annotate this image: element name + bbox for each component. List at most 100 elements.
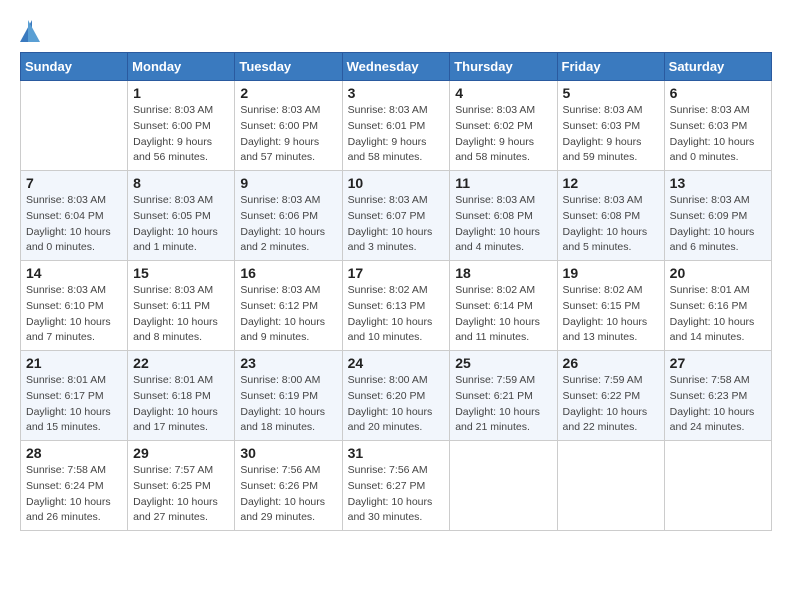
day-number: 1 <box>133 85 229 101</box>
day-info: Sunrise: 7:58 AM Sunset: 6:24 PM Dayligh… <box>26 463 122 526</box>
day-info: Sunrise: 7:59 AM Sunset: 6:21 PM Dayligh… <box>455 373 551 436</box>
calendar-cell: 5Sunrise: 8:03 AM Sunset: 6:03 PM Daylig… <box>557 81 664 171</box>
calendar-cell: 11 Sunrise: 8:03 AM Sunset: 6:08 PM Dayli… <box>450 171 557 261</box>
day-info: Sunrise: 8:03 AM Sunset: 6:01 PM Dayligh… <box>348 103 445 166</box>
day-number: 30 <box>240 445 336 461</box>
day-info: Sunrise: 7:58 AM Sunset: 6:23 PM Dayligh… <box>670 373 766 436</box>
day-number: 26 <box>563 355 659 371</box>
calendar-cell: 27 Sunrise: 7:58 AM Sunset: 6:23 PM Dayli… <box>664 351 771 441</box>
calendar-cell: 2 Sunrise: 8:03 AM Sunset: 6:00 PM Daylig… <box>235 81 342 171</box>
calendar-cell <box>557 441 664 531</box>
day-info: Sunrise: 8:03 AM Sunset: 6:08 PM Dayligh… <box>455 193 551 256</box>
day-number: 6 <box>670 85 766 101</box>
calendar-cell: 3 Sunrise: 8:03 AM Sunset: 6:01 PM Daylig… <box>342 81 450 171</box>
day-number: 19 <box>563 265 659 281</box>
calendar-week-row: 14Sunrise: 8:03 AM Sunset: 6:10 PM Dayli… <box>21 261 772 351</box>
calendar-cell: 9 Sunrise: 8:03 AM Sunset: 6:06 PM Daylig… <box>235 171 342 261</box>
day-number: 16 <box>240 265 336 281</box>
day-info: Sunrise: 7:57 AM Sunset: 6:25 PM Dayligh… <box>133 463 229 526</box>
day-number: 15 <box>133 265 229 281</box>
day-number: 23 <box>240 355 336 371</box>
calendar-cell: 17 Sunrise: 8:02 AM Sunset: 6:13 PM Dayli… <box>342 261 450 351</box>
calendar-week-row: 21Sunrise: 8:01 AM Sunset: 6:17 PM Dayli… <box>21 351 772 441</box>
calendar-cell: 6 Sunrise: 8:03 AM Sunset: 6:03 PM Daylig… <box>664 81 771 171</box>
calendar-cell: 30Sunrise: 7:56 AM Sunset: 6:26 PM Dayli… <box>235 441 342 531</box>
day-info: Sunrise: 8:03 AM Sunset: 6:03 PM Dayligh… <box>670 103 766 166</box>
day-number: 27 <box>670 355 766 371</box>
day-info: Sunrise: 8:03 AM Sunset: 6:09 PM Dayligh… <box>670 193 766 256</box>
calendar-header-wednesday: Wednesday <box>342 53 450 81</box>
day-info: Sunrise: 8:02 AM Sunset: 6:15 PM Dayligh… <box>563 283 659 346</box>
calendar-week-row: 7 Sunrise: 8:03 AM Sunset: 6:04 PM Daylig… <box>21 171 772 261</box>
day-info: Sunrise: 7:56 AM Sunset: 6:27 PM Dayligh… <box>348 463 445 526</box>
calendar-cell: 18Sunrise: 8:02 AM Sunset: 6:14 PM Dayli… <box>450 261 557 351</box>
calendar-cell: 24 Sunrise: 8:00 AM Sunset: 6:20 PM Dayli… <box>342 351 450 441</box>
day-info: Sunrise: 8:03 AM Sunset: 6:07 PM Dayligh… <box>348 193 445 256</box>
day-info: Sunrise: 8:02 AM Sunset: 6:13 PM Dayligh… <box>348 283 445 346</box>
calendar-cell: 16Sunrise: 8:03 AM Sunset: 6:12 PM Dayli… <box>235 261 342 351</box>
day-number: 14 <box>26 265 122 281</box>
day-info: Sunrise: 8:03 AM Sunset: 6:04 PM Dayligh… <box>26 193 122 256</box>
calendar-cell: 4 Sunrise: 8:03 AM Sunset: 6:02 PM Daylig… <box>450 81 557 171</box>
day-number: 12 <box>563 175 659 191</box>
day-number: 28 <box>26 445 122 461</box>
calendar-cell: 20 Sunrise: 8:01 AM Sunset: 6:16 PM Dayli… <box>664 261 771 351</box>
calendar-header-saturday: Saturday <box>664 53 771 81</box>
calendar-cell: 7 Sunrise: 8:03 AM Sunset: 6:04 PM Daylig… <box>21 171 128 261</box>
calendar-cell: 19 Sunrise: 8:02 AM Sunset: 6:15 PM Dayli… <box>557 261 664 351</box>
day-info: Sunrise: 8:03 AM Sunset: 6:08 PM Dayligh… <box>563 193 659 256</box>
day-number: 31 <box>348 445 445 461</box>
calendar-header-tuesday: Tuesday <box>235 53 342 81</box>
calendar-cell: 29Sunrise: 7:57 AM Sunset: 6:25 PM Dayli… <box>128 441 235 531</box>
day-number: 22 <box>133 355 229 371</box>
calendar-cell: 13 Sunrise: 8:03 AM Sunset: 6:09 PM Dayli… <box>664 171 771 261</box>
calendar-cell: 28 Sunrise: 7:58 AM Sunset: 6:24 PM Dayli… <box>21 441 128 531</box>
day-number: 24 <box>348 355 445 371</box>
day-info: Sunrise: 8:02 AM Sunset: 6:14 PM Dayligh… <box>455 283 551 346</box>
day-number: 17 <box>348 265 445 281</box>
day-info: Sunrise: 8:03 AM Sunset: 6:11 PM Dayligh… <box>133 283 229 346</box>
day-number: 3 <box>348 85 445 101</box>
day-info: Sunrise: 8:00 AM Sunset: 6:19 PM Dayligh… <box>240 373 336 436</box>
calendar-cell: 21Sunrise: 8:01 AM Sunset: 6:17 PM Dayli… <box>21 351 128 441</box>
calendar-cell: 1 Sunrise: 8:03 AM Sunset: 6:00 PM Daylig… <box>128 81 235 171</box>
calendar-cell: 15 Sunrise: 8:03 AM Sunset: 6:11 PM Dayli… <box>128 261 235 351</box>
day-info: Sunrise: 7:59 AM Sunset: 6:22 PM Dayligh… <box>563 373 659 436</box>
calendar-header-thursday: Thursday <box>450 53 557 81</box>
day-info: Sunrise: 8:03 AM Sunset: 6:00 PM Dayligh… <box>240 103 336 166</box>
calendar-header-sunday: Sunday <box>21 53 128 81</box>
calendar-cell: 26 Sunrise: 7:59 AM Sunset: 6:22 PM Dayli… <box>557 351 664 441</box>
calendar-cell <box>450 441 557 531</box>
day-info: Sunrise: 8:00 AM Sunset: 6:20 PM Dayligh… <box>348 373 445 436</box>
calendar-cell: 23 Sunrise: 8:00 AM Sunset: 6:19 PM Dayli… <box>235 351 342 441</box>
day-number: 2 <box>240 85 336 101</box>
calendar-week-row: 28 Sunrise: 7:58 AM Sunset: 6:24 PM Dayli… <box>21 441 772 531</box>
day-info: Sunrise: 8:03 AM Sunset: 6:06 PM Dayligh… <box>240 193 336 256</box>
calendar-cell: 22 Sunrise: 8:01 AM Sunset: 6:18 PM Dayli… <box>128 351 235 441</box>
calendar-cell: 25Sunrise: 7:59 AM Sunset: 6:21 PM Dayli… <box>450 351 557 441</box>
day-info: Sunrise: 8:03 AM Sunset: 6:03 PM Dayligh… <box>563 103 659 166</box>
day-number: 20 <box>670 265 766 281</box>
day-number: 11 <box>455 175 551 191</box>
calendar-cell: 10Sunrise: 8:03 AM Sunset: 6:07 PM Dayli… <box>342 171 450 261</box>
day-info: Sunrise: 8:01 AM Sunset: 6:16 PM Dayligh… <box>670 283 766 346</box>
day-number: 8 <box>133 175 229 191</box>
calendar-week-row: 1 Sunrise: 8:03 AM Sunset: 6:00 PM Daylig… <box>21 81 772 171</box>
calendar-header-friday: Friday <box>557 53 664 81</box>
day-info: Sunrise: 8:03 AM Sunset: 6:02 PM Dayligh… <box>455 103 551 166</box>
calendar-cell: 14Sunrise: 8:03 AM Sunset: 6:10 PM Dayli… <box>21 261 128 351</box>
day-number: 7 <box>26 175 122 191</box>
day-number: 9 <box>240 175 336 191</box>
day-number: 13 <box>670 175 766 191</box>
day-info: Sunrise: 8:01 AM Sunset: 6:18 PM Dayligh… <box>133 373 229 436</box>
page-header <box>20 20 772 42</box>
calendar-cell: 31 Sunrise: 7:56 AM Sunset: 6:27 PM Dayli… <box>342 441 450 531</box>
day-number: 4 <box>455 85 551 101</box>
logo <box>20 20 48 42</box>
calendar-cell: 8Sunrise: 8:03 AM Sunset: 6:05 PM Daylig… <box>128 171 235 261</box>
day-number: 21 <box>26 355 122 371</box>
calendar-header-monday: Monday <box>128 53 235 81</box>
calendar-table: SundayMondayTuesdayWednesdayThursdayFrid… <box>20 52 772 531</box>
day-info: Sunrise: 8:03 AM Sunset: 6:00 PM Dayligh… <box>133 103 229 166</box>
calendar-header-row: SundayMondayTuesdayWednesdayThursdayFrid… <box>21 53 772 81</box>
